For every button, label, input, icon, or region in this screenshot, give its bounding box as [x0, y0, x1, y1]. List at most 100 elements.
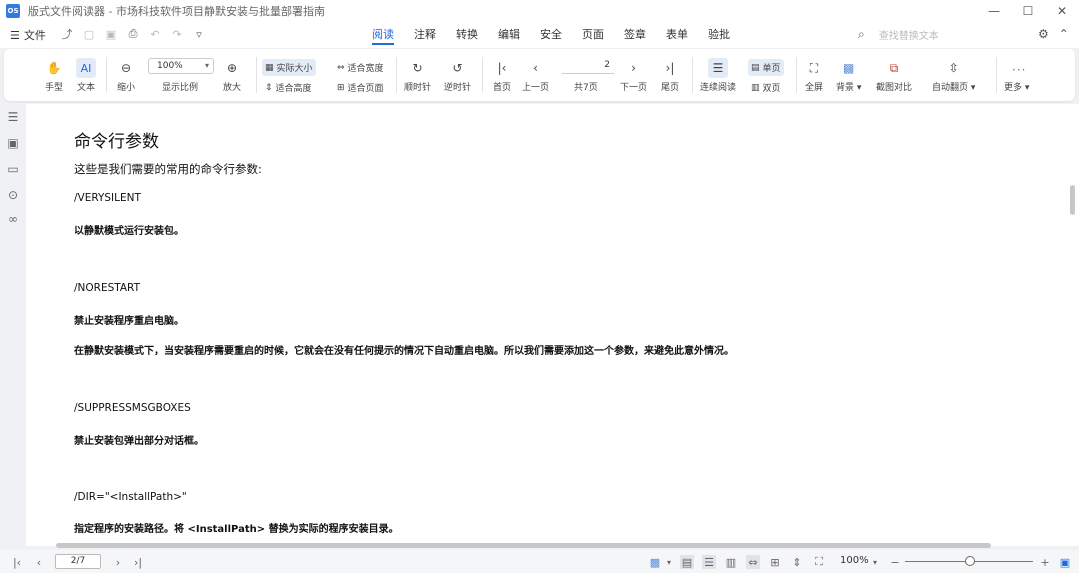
horizontal-scroll-thumb[interactable]: [56, 543, 991, 548]
previous-page-label: 上一页: [522, 83, 550, 93]
single-page-button[interactable]: ▤ 单页: [748, 59, 784, 76]
close-button[interactable]: ✕: [1045, 0, 1079, 22]
auto-scroll-button[interactable]: ⇳ 自动翻页 ▾: [932, 58, 975, 93]
rotate-counterclockwise-icon: ↺: [452, 61, 463, 75]
file-menu[interactable]: ☰ 文件: [10, 27, 46, 43]
chevron-down-icon[interactable]: ▾: [662, 555, 676, 569]
background-button[interactable]: ▩ 背景 ▾: [836, 58, 861, 93]
background-pattern-icon[interactable]: ▩: [648, 555, 662, 569]
file-menu-label: 文件: [23, 29, 46, 42]
fit-height-view-icon[interactable]: ⇕: [790, 555, 804, 569]
fit-page-view-icon[interactable]: ⊞: [768, 555, 782, 569]
expand-icon[interactable]: ▣: [1058, 555, 1072, 569]
screenshot-compare-label: 截图对比: [876, 83, 913, 93]
command-suppressmsgboxes: /SUPPRESSMSGBOXES: [74, 402, 191, 414]
page-heading: 命令行参数: [74, 132, 159, 152]
zoom-in-icon[interactable]: +: [1038, 555, 1052, 569]
fit-width-button[interactable]: ⇔ 适合宽度: [334, 59, 387, 76]
chevron-right-icon[interactable]: ›: [111, 555, 125, 569]
vertical-scrollbar[interactable]: [1068, 104, 1079, 546]
double-page-label: 双页: [762, 84, 781, 94]
chevron-down-icon[interactable]: ▾: [868, 555, 882, 569]
redo-icon[interactable]: ↷: [170, 27, 184, 41]
zoom-value: 100%: [157, 61, 183, 71]
double-page-button[interactable]: ▥ 双页: [748, 79, 784, 96]
collapse-ribbon-icon[interactable]: ⌃: [1059, 27, 1069, 41]
undo-icon[interactable]: ↶: [148, 27, 162, 41]
chevron-left-icon: ‹: [533, 61, 538, 75]
continuous-read-button[interactable]: ☰ 连续阅读: [700, 58, 736, 93]
double-page-view-icon[interactable]: ▥: [724, 555, 738, 569]
gear-icon[interactable]: ⚙: [1038, 27, 1049, 41]
more-button[interactable]: 更多 ▾: [1004, 78, 1029, 93]
comment-icon[interactable]: ▭: [6, 162, 20, 176]
minimize-button[interactable]: —: [977, 0, 1011, 22]
tab-read[interactable]: 阅读: [366, 22, 400, 48]
rotate-counterclockwise-label: 逆时针: [444, 83, 472, 93]
zoom-out-button[interactable]: ⊖ 缩小: [116, 58, 136, 93]
tab-edit[interactable]: 编辑: [492, 22, 526, 48]
fullscreen-icon[interactable]: ⛶: [812, 555, 826, 569]
maximize-button[interactable]: ☐: [1011, 0, 1045, 22]
zoom-in-button[interactable]: ⊕ 放大: [222, 58, 242, 93]
search-input[interactable]: 查找替换文本: [879, 27, 939, 42]
actual-size-button[interactable]: ▦ 实际大小: [262, 59, 316, 76]
first-page-icon[interactable]: |‹: [10, 555, 24, 569]
zoom-select[interactable]: 100% ▾: [148, 58, 214, 74]
first-page-label: 首页: [492, 83, 511, 93]
save-icon[interactable]: ▢: [82, 27, 96, 41]
outline-icon[interactable]: ☰: [6, 110, 20, 124]
attachment-icon[interactable]: ∞: [6, 212, 20, 226]
fit-page-button[interactable]: ⊞ 适合页面: [334, 79, 387, 96]
horizontal-scrollbar[interactable]: [26, 541, 1068, 549]
command-norestart: /NORESTART: [74, 282, 140, 294]
rotate-counterclockwise-button[interactable]: ↺ 逆时针: [444, 58, 471, 93]
previous-page-button[interactable]: ‹ 上一页: [522, 58, 549, 93]
fit-width-icon: ⇔: [337, 62, 345, 73]
thumbnail-icon[interactable]: ▣: [6, 136, 20, 150]
first-page-button[interactable]: |‹ 首页: [492, 58, 512, 93]
page-number-input[interactable]: 2: [562, 58, 614, 74]
continuous-view-icon[interactable]: ☰: [702, 555, 716, 569]
tab-form[interactable]: 表单: [660, 22, 694, 48]
signature-icon[interactable]: ⊙: [6, 188, 20, 202]
vertical-scroll-thumb[interactable]: [1070, 185, 1075, 215]
tab-security[interactable]: 安全: [534, 22, 568, 48]
window-title: 版式文件阅读器 - 市场科技软件项目静默安装与批量部署指南: [28, 5, 325, 18]
text-cursor-icon: AI: [76, 58, 96, 78]
fullscreen-button[interactable]: ⛶ 全屏: [804, 58, 824, 94]
print-icon[interactable]: ⎙: [126, 27, 140, 41]
first-page-icon: |‹: [497, 61, 507, 75]
text-select-button[interactable]: AI 文本: [76, 58, 96, 93]
hand-icon: ✋: [46, 61, 62, 75]
status-zoom-value[interactable]: 100%: [840, 555, 869, 566]
next-page-button[interactable]: › 下一页: [620, 58, 647, 93]
tab-annotate[interactable]: 注释: [408, 22, 442, 48]
tab-page[interactable]: 页面: [576, 22, 610, 48]
fit-width-view-icon[interactable]: ⇔: [746, 555, 760, 569]
status-page-input[interactable]: 2/7: [55, 554, 101, 569]
single-page-view-icon[interactable]: ▤: [680, 555, 694, 569]
customize-quick-access-icon[interactable]: ▿: [192, 27, 206, 41]
find-replace-icon[interactable]: ⌕: [858, 27, 865, 42]
rotate-clockwise-button[interactable]: ↻ 顺时针: [404, 58, 431, 93]
last-page-icon[interactable]: ›|: [131, 555, 145, 569]
zoom-out-icon[interactable]: −: [888, 555, 902, 569]
hand-tool-button[interactable]: ✋ 手型: [44, 58, 64, 93]
tab-review[interactable]: 验批: [702, 22, 736, 48]
open-file-icon[interactable]: ⤴: [60, 27, 74, 41]
intro-paragraph: 这些是我们需要的常用的命令行参数:: [74, 162, 262, 176]
screenshot-compare-button[interactable]: ⧉ 截图对比: [876, 58, 913, 94]
zoom-slider-handle[interactable]: [965, 556, 975, 566]
fit-height-icon: ⇕: [265, 82, 273, 93]
auto-scroll-icon: ⇳: [948, 61, 959, 75]
save-as-icon[interactable]: ▣: [104, 27, 118, 41]
tab-signature[interactable]: 签章: [618, 22, 652, 48]
zoom-out-icon: ⊖: [120, 61, 132, 75]
document-view[interactable]: 命令行参数 这些是我们需要的常用的命令行参数: /VERYSILENT 以静默模…: [26, 104, 1068, 546]
tab-convert[interactable]: 转换: [450, 22, 484, 48]
last-page-button[interactable]: ›| 尾页: [660, 58, 680, 93]
chevron-left-icon[interactable]: ‹: [32, 555, 46, 569]
zoom-label: 显示比例: [162, 83, 199, 93]
fit-height-button[interactable]: ⇕ 适合高度: [262, 79, 315, 96]
